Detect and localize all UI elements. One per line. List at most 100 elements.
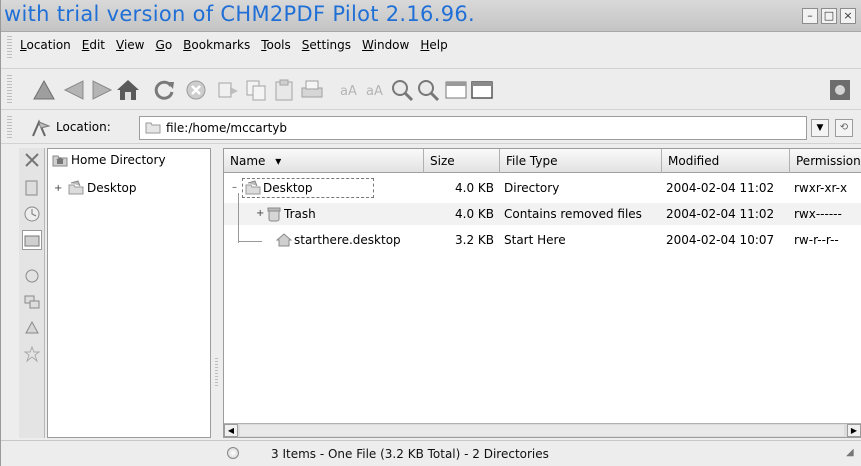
file-size-cell: 4.0 KB <box>455 207 494 221</box>
menu-go[interactable]: Go <box>151 38 179 52</box>
file-modified-cell: 2004-02-04 11:02 <box>666 181 775 195</box>
menubar-grip[interactable] <box>7 36 12 58</box>
bookmarks-tab-icon[interactable] <box>22 178 42 198</box>
menu-help[interactable]: Help <box>415 38 453 52</box>
stop-icon[interactable] <box>183 77 209 103</box>
menu-tools[interactable]: Tools <box>256 38 297 52</box>
sort-indicator-icon: ▾ <box>275 154 282 168</box>
trash-icon <box>267 207 281 222</box>
minimize-button[interactable]: – <box>802 8 818 24</box>
menu-edit[interactable]: Edit <box>77 38 111 52</box>
devices-tab-icon[interactable] <box>22 266 42 286</box>
sidebar-tab-strip <box>19 148 45 438</box>
paste-icon[interactable] <box>271 77 297 103</box>
scroll-left-button[interactable]: ◀ <box>224 424 238 437</box>
file-permissions-cell: rwx------ <box>794 207 842 221</box>
close-sidebar-icon[interactable] <box>22 150 42 170</box>
desktop-folder-icon <box>245 180 261 195</box>
location-label: Location: <box>56 120 111 134</box>
detail-view-icon[interactable] <box>469 77 495 103</box>
scroll-right-button[interactable]: ▶ <box>847 424 861 437</box>
menu-window[interactable]: Window <box>357 38 415 52</box>
undo-icon[interactable]: aA <box>337 77 363 103</box>
file-name-cell: – Desktop <box>232 177 374 199</box>
location-bar: Location: file:/home/mccartyb ▼ ⟲ <box>1 112 861 144</box>
print-icon[interactable] <box>299 77 325 103</box>
location-dropdown-button[interactable]: ▼ <box>811 119 829 137</box>
toolbar-grip[interactable] <box>7 75 12 103</box>
file-modified-cell: 2004-02-04 10:07 <box>666 233 775 247</box>
file-modified-cell: 2004-02-04 11:02 <box>666 207 775 221</box>
desktop-folder-icon <box>68 180 84 195</box>
tree-item-label: Desktop <box>87 181 137 195</box>
zoom-out-icon[interactable] <box>415 77 441 103</box>
close-button[interactable]: × <box>840 8 856 24</box>
menu-bookmarks[interactable]: Bookmarks <box>178 38 256 52</box>
file-type-cell: Start Here <box>504 233 566 247</box>
location-icon <box>31 118 51 138</box>
forward-arrow-icon[interactable] <box>89 77 115 103</box>
splitter-handle[interactable] <box>215 358 218 388</box>
column-header-size[interactable]: Size <box>424 149 500 173</box>
file-permissions-cell: rw-r--r-- <box>794 233 839 247</box>
zoom-in-icon[interactable] <box>389 77 415 103</box>
scrollbar-thumb[interactable] <box>240 425 844 436</box>
panel-splitter[interactable] <box>212 148 222 438</box>
file-name-cell: starthere.desktop <box>266 229 401 251</box>
svg-text:aA: aA <box>340 84 357 99</box>
reload-icon[interactable] <box>151 77 177 103</box>
collapse-toggle[interactable]: – <box>232 177 242 199</box>
menu-settings[interactable]: Settings <box>297 38 357 52</box>
clear-location-button[interactable]: ⟲ <box>835 119 853 137</box>
column-header-permissions[interactable]: Permissions <box>790 149 861 173</box>
history-tab-icon[interactable] <box>22 204 42 224</box>
tree-guide-line <box>238 193 239 243</box>
svg-text:aA: aA <box>366 84 383 99</box>
column-header-modified[interactable]: Modified <box>662 149 790 173</box>
tree-item-desktop[interactable]: + Desktop <box>54 179 137 197</box>
network-tab-icon[interactable] <box>22 292 42 312</box>
table-row[interactable]: + Trash 4.0 KB Contains removed files 20… <box>224 203 861 225</box>
copy-icon[interactable] <box>243 77 269 103</box>
column-headers: Name ▾ Size File Type Modified Permissio… <box>224 149 861 173</box>
title-bar[interactable]: with trial version of CHM2PDF Pilot 2.16… <box>1 0 861 32</box>
konqueror-window: with trial version of CHM2PDF Pilot 2.16… <box>0 0 861 466</box>
column-header-file-type[interactable]: File Type <box>500 149 662 173</box>
window-controls: – □ × <box>802 8 856 24</box>
status-indicator-icon <box>227 447 239 459</box>
file-size-cell: 3.2 KB <box>455 233 494 247</box>
navigation-tree-panel: Home Directory + Desktop <box>47 148 211 438</box>
home-icon[interactable] <box>115 77 141 103</box>
menu-location[interactable]: Location <box>15 38 77 52</box>
menu-view[interactable]: View <box>111 38 150 52</box>
file-name-cell: + Trash <box>256 203 316 225</box>
menu-bar: Location Edit View Go Bookmarks Tools Se… <box>15 38 454 52</box>
icon-view-icon[interactable] <box>443 77 469 103</box>
throbber-icon <box>827 77 853 103</box>
tree-item-home-directory[interactable]: Home Directory <box>52 151 166 169</box>
column-header-name[interactable]: Name ▾ <box>224 149 424 173</box>
horizontal-scrollbar[interactable]: ◀ ▶ <box>224 423 861 437</box>
home-tab-icon[interactable] <box>22 230 42 250</box>
up-arrow-icon[interactable] <box>31 77 57 103</box>
location-input[interactable]: file:/home/mccartyb <box>139 116 807 140</box>
expand-toggle[interactable]: + <box>54 183 64 194</box>
services-tab-icon[interactable] <box>22 318 42 338</box>
folder-icon <box>145 120 161 134</box>
start-here-icon <box>276 233 292 247</box>
table-row[interactable]: – Desktop 4.0 KB Directory 2004-02-04 11… <box>224 177 861 199</box>
maximize-button[interactable]: □ <box>821 8 837 24</box>
resize-grip-icon[interactable]: ◢ <box>846 447 858 461</box>
cut-icon[interactable] <box>215 77 241 103</box>
file-type-cell: Contains removed files <box>504 207 642 221</box>
file-permissions-cell: rwxr-xr-x <box>794 181 848 195</box>
file-list-panel: Name ▾ Size File Type Modified Permissio… <box>223 148 861 438</box>
main-toolbar: aA aA <box>1 68 861 110</box>
redo-icon[interactable]: aA <box>363 77 389 103</box>
back-arrow-icon[interactable] <box>61 77 87 103</box>
expand-toggle[interactable]: + <box>256 203 266 225</box>
star-tab-icon[interactable] <box>22 344 42 364</box>
table-row[interactable]: starthere.desktop 3.2 KB Start Here 2004… <box>224 229 861 251</box>
locationbar-grip[interactable] <box>7 116 12 140</box>
tree-guide-line <box>238 241 262 242</box>
